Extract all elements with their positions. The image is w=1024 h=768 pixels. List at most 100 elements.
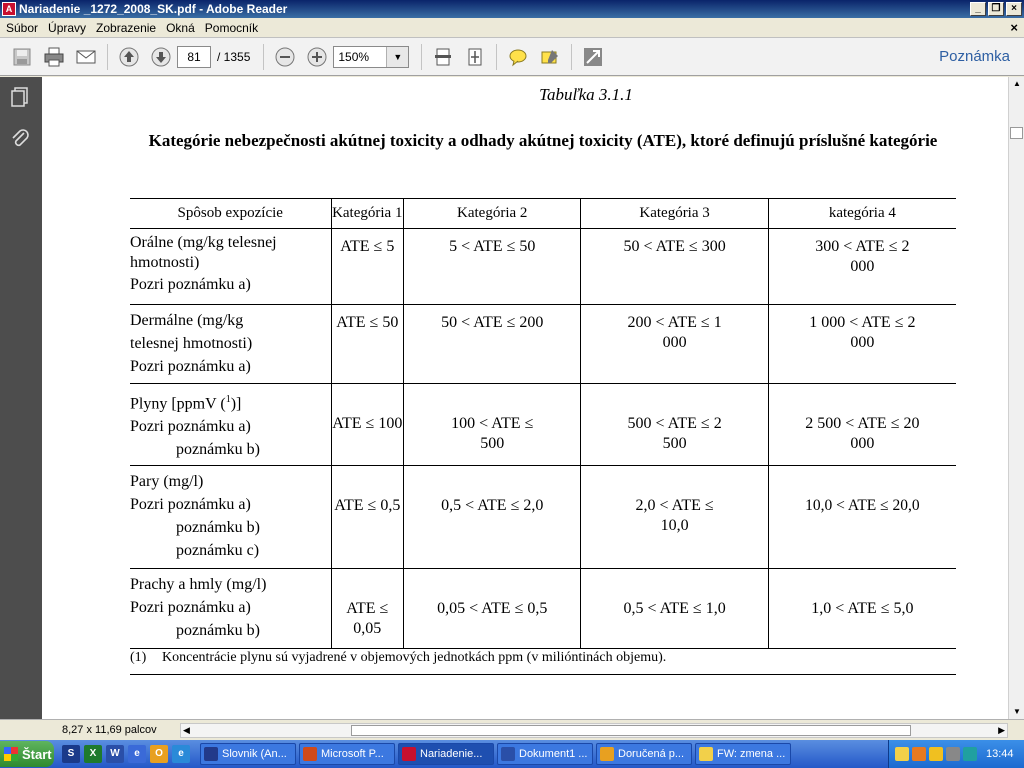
- route-note: Pozri poznámku a): [130, 496, 251, 514]
- page-number-input[interactable]: [177, 45, 211, 68]
- column-header: Kategória 2: [403, 198, 581, 229]
- browser-icon[interactable]: e: [128, 745, 146, 763]
- task-list: Slovnik (An... Microsoft P... Nariadenie…: [200, 743, 794, 765]
- table-row: Plyny [ppmV (1)] Pozri poznámku a) pozná…: [130, 383, 956, 467]
- print-icon[interactable]: [40, 43, 68, 71]
- internet-explorer-icon[interactable]: e: [172, 745, 190, 763]
- column-header: kategória 4: [767, 198, 956, 229]
- security-shield-icon[interactable]: [929, 747, 943, 761]
- status-bar: 8,27 x 11,69 palcov ◀ ▶: [0, 719, 1024, 740]
- menu-bar: Súbor Úpravy Zobrazenie Okná Pomocník ×: [0, 18, 1024, 38]
- table-title: Tabuľka 3.1.1: [539, 85, 633, 104]
- task-button[interactable]: Dokument1 ...: [497, 743, 593, 765]
- fit-page-icon[interactable]: [461, 43, 489, 71]
- scroll-thumb[interactable]: [351, 725, 911, 736]
- toolbar-separator: [496, 43, 498, 70]
- task-button[interactable]: Slovnik (An...: [200, 743, 296, 765]
- close-document-icon[interactable]: ×: [1010, 20, 1018, 35]
- route-note: Pozri poznámku a): [130, 599, 251, 617]
- table-row: Dermálne (mg/kg telesnej hmotnosti) Pozr…: [130, 304, 956, 384]
- email-icon[interactable]: [72, 43, 100, 71]
- footnote-mark: (1): [130, 650, 147, 665]
- pages-icon[interactable]: [8, 85, 32, 109]
- attachment-icon[interactable]: [8, 127, 32, 151]
- exposure-route-cell: Dermálne (mg/kg telesnej hmotnosti) Pozr…: [130, 304, 331, 384]
- footnote-divider: [130, 674, 956, 675]
- route-label: Prachy a hmly (mg/l): [130, 576, 267, 594]
- zoom-out-icon[interactable]: [271, 43, 299, 71]
- scroll-up-icon[interactable]: ▲: [1009, 77, 1024, 91]
- scroll-thumb[interactable]: [1010, 127, 1023, 139]
- category-value: 50 < ATE ≤ 200: [403, 304, 581, 384]
- mail-icon: [699, 747, 713, 761]
- scroll-down-icon[interactable]: ▼: [1009, 705, 1024, 719]
- mail-tray-icon[interactable]: [895, 747, 909, 761]
- comment-note-icon[interactable]: [504, 43, 532, 71]
- menu-file[interactable]: Súbor: [0, 21, 43, 35]
- task-button[interactable]: Doručená p...: [596, 743, 692, 765]
- footnote-text: Koncentrácie plynu sú vyjadrené v objemo…: [162, 650, 667, 665]
- route-label: Plyny [ppmV (1)]: [130, 394, 242, 413]
- category-value: ATE ≤ 5: [330, 228, 404, 305]
- next-page-icon[interactable]: [147, 43, 175, 71]
- menu-help[interactable]: Pomocník: [200, 21, 263, 35]
- route-label: Pary (mg/l): [130, 473, 204, 491]
- full-screen-icon[interactable]: [579, 43, 607, 71]
- toolbar: / 1355 150% ▼ Poznámka: [0, 38, 1024, 76]
- document-view[interactable]: Tabuľka 3.1.1 Kategórie nebezpečnosti ak…: [42, 77, 1008, 719]
- category-value: 5 < ATE ≤ 50: [403, 228, 581, 305]
- exposure-route-cell: Plyny [ppmV (1)] Pozri poznámku a) pozná…: [130, 383, 331, 467]
- toolbar-separator: [263, 43, 265, 70]
- scroll-left-icon[interactable]: ◀: [183, 724, 190, 737]
- title-bar: A Nariadenie _1272_2008_SK.pdf - Adobe R…: [0, 0, 1024, 18]
- category-value: 0,5 < ATE ≤ 1,0: [580, 568, 769, 650]
- windows-flag-icon: [4, 747, 18, 761]
- menu-window[interactable]: Okná: [161, 21, 200, 35]
- zoom-in-icon[interactable]: [303, 43, 331, 71]
- highlight-icon[interactable]: [536, 43, 564, 71]
- outlook-icon[interactable]: O: [150, 745, 168, 763]
- word-icon[interactable]: W: [106, 745, 124, 763]
- network-icon[interactable]: [912, 747, 926, 761]
- table-row: Prachy a hmly (mg/l) Pozri poznámku a) p…: [130, 568, 956, 650]
- category-value: 300 < ATE ≤ 2 000: [767, 228, 956, 305]
- category-value: 2,0 < ATE ≤ 10,0: [580, 465, 769, 570]
- minimize-button[interactable]: _: [970, 2, 986, 16]
- task-button[interactable]: FW: zmena ...: [695, 743, 791, 765]
- close-button[interactable]: ×: [1006, 2, 1022, 16]
- restore-button[interactable]: ❐: [988, 2, 1004, 16]
- fit-width-icon[interactable]: [429, 43, 457, 71]
- taskbar: Štart S X W e O e Slovnik (An... Microso…: [0, 740, 1024, 768]
- previous-page-icon[interactable]: [115, 43, 143, 71]
- save-icon[interactable]: [8, 43, 36, 71]
- category-value: ATE ≤ 0,05: [330, 568, 404, 650]
- menu-edit[interactable]: Úpravy: [43, 21, 91, 35]
- volume-icon[interactable]: [963, 747, 977, 761]
- category-value: 0,05 < ATE ≤ 0,5: [403, 568, 581, 650]
- category-value: 0,5 < ATE ≤ 2,0: [403, 465, 581, 570]
- horizontal-scrollbar[interactable]: ◀ ▶: [180, 723, 1008, 738]
- category-value: 1,0 < ATE ≤ 5,0: [767, 568, 956, 650]
- exposure-route-cell: Prachy a hmly (mg/l) Pozri poznámku a) p…: [130, 568, 331, 650]
- update-icon[interactable]: [946, 747, 960, 761]
- clock: 13:44: [986, 748, 1014, 760]
- route-note: Pozri poznámku a): [130, 276, 251, 293]
- start-button[interactable]: Štart: [0, 741, 54, 767]
- vertical-scrollbar[interactable]: ▲ ▼: [1008, 77, 1024, 719]
- task-button[interactable]: Nariadenie...: [398, 743, 494, 765]
- task-button[interactable]: Microsoft P...: [299, 743, 395, 765]
- route-label: Orálne (mg/kg telesnej hmotnosti): [130, 234, 277, 271]
- quicklaunch-icon[interactable]: S: [62, 745, 80, 763]
- chevron-down-icon[interactable]: ▼: [386, 46, 409, 67]
- category-value: ATE ≤ 100: [330, 383, 404, 467]
- zoom-select[interactable]: 150% ▼: [333, 45, 410, 68]
- menu-view[interactable]: Zobrazenie: [91, 21, 161, 35]
- toolbar-separator: [107, 43, 108, 70]
- column-header: Kategória 3: [580, 198, 769, 229]
- powerpoint-icon: [303, 747, 317, 761]
- toxicity-table: Spôsob expozície Kategória 1 Kategória 2…: [130, 198, 956, 650]
- excel-icon[interactable]: X: [84, 745, 102, 763]
- comment-panel-label[interactable]: Poznámka: [939, 48, 1010, 65]
- category-value: 10,0 < ATE ≤ 20,0: [767, 465, 956, 570]
- scroll-right-icon[interactable]: ▶: [998, 724, 1005, 737]
